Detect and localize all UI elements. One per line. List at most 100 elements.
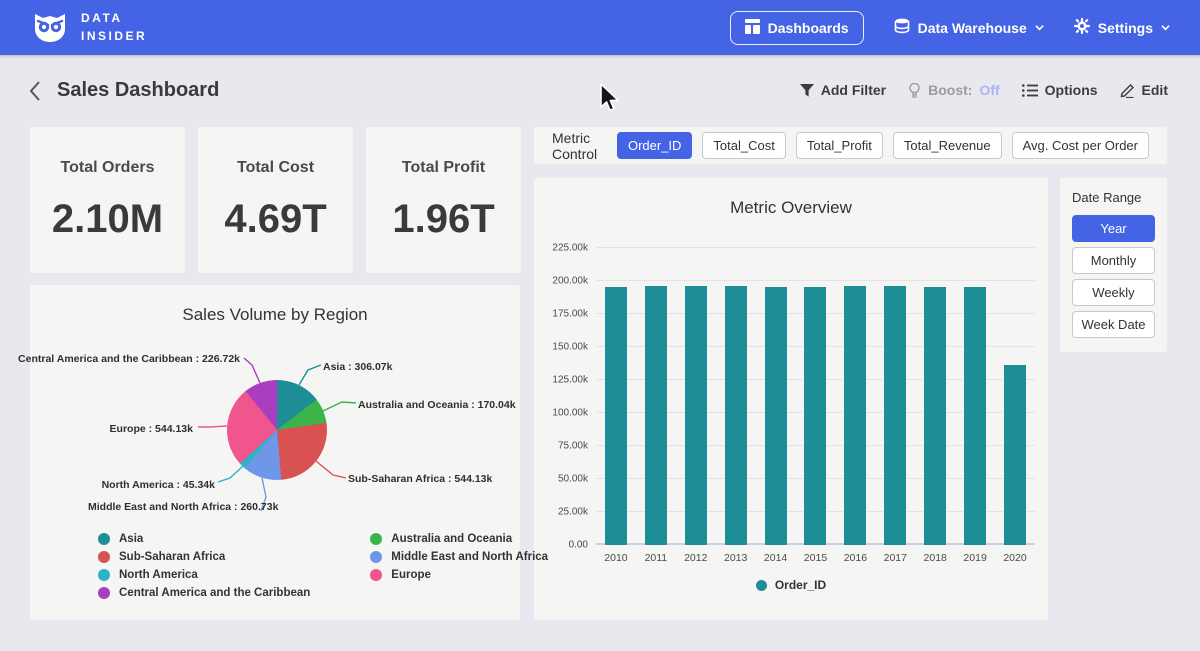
date-range-button-week-date[interactable]: Week Date — [1072, 311, 1155, 338]
y-tick-label: 50.00k — [558, 474, 588, 485]
pie-label-middle-east-and-north-africa: Middle East and North Africa : 260.73k — [88, 501, 278, 513]
y-tick-label: 225.00k — [552, 243, 588, 254]
metric-control-bar: Metric Control Order_IDTotal_CostTotal_P… — [534, 127, 1167, 164]
metric-control-buttons: Order_ID Total_Cost Total_Profit Total_Reve… — [617, 132, 1149, 159]
bars — [596, 248, 1035, 545]
kpi-value: 1.96T — [392, 197, 494, 242]
x-tick-label: 2010 — [596, 552, 636, 564]
metric-button-total-revenue[interactable]: Total_Revenue — [893, 132, 1002, 159]
date-range-button-year[interactable]: Year — [1072, 215, 1155, 242]
y-tick-label: 150.00k — [552, 342, 588, 353]
y-axis-ticks: 0.0025.00k50.00k75.00k100.00k125.00k150.… — [534, 248, 588, 545]
pie-legend-item-north-america[interactable]: North America — [98, 569, 310, 581]
legend-label: Central America and the Caribbean — [119, 587, 310, 599]
pencil-icon — [1120, 83, 1135, 98]
pie-label-north-america: North America : 45.34k — [102, 479, 215, 491]
edit-button[interactable]: Edit — [1120, 82, 1168, 98]
kpi-label: Total Orders — [61, 159, 155, 177]
metric-button-order-id[interactable]: Order_ID — [617, 132, 692, 159]
owl-logo-icon — [30, 5, 70, 50]
pie-legend-item-asia[interactable]: Asia — [98, 533, 310, 545]
brand[interactable]: DATA INSIDER — [30, 5, 147, 50]
legend-dot — [370, 551, 382, 563]
dashboards-label: Dashboards — [768, 20, 849, 36]
pie-label-asia: Asia : 306.07k — [323, 361, 392, 373]
pie-label-sub-saharan-africa: Sub-Saharan Africa : 544.13k — [348, 473, 492, 485]
date-range-buttons: Year Monthly Weekly Week Date — [1072, 215, 1155, 338]
add-filter-button[interactable]: Add Filter — [800, 82, 886, 98]
metric-overview-chart-card: Metric Overview 0.0025.00k50.00k75.00k10… — [534, 178, 1048, 620]
bar-2010 — [605, 287, 627, 545]
pie-legend-item-europe[interactable]: Europe — [370, 569, 548, 581]
kpi-value: 4.69T — [224, 197, 326, 242]
legend-label: Sub-Saharan Africa — [119, 551, 225, 563]
date-range-panel: Date Range YearMonthlyWeeklyWeek Date — [1060, 178, 1167, 352]
nav-settings-menu[interactable]: Settings — [1074, 18, 1170, 37]
options-button[interactable]: Options — [1022, 82, 1098, 98]
bar-cell — [875, 248, 915, 545]
metric-button-avg-cost-per-order[interactable]: Avg. Cost per Order — [1012, 132, 1149, 159]
pie-legend-item-middle-east-and-north-africa[interactable]: Middle East and North Africa — [370, 551, 548, 563]
legend-dot — [98, 533, 110, 545]
boost-balloon-icon — [908, 83, 921, 98]
mouse-cursor — [599, 83, 623, 113]
data-warehouse-label: Data Warehouse — [918, 20, 1027, 36]
legend-dot — [98, 569, 110, 581]
kpi-value: 2.10M — [52, 197, 163, 242]
back-button[interactable] — [26, 79, 46, 103]
pie-legend-item-sub-saharan-africa[interactable]: Sub-Saharan Africa — [98, 551, 310, 563]
y-tick-label: 75.00k — [558, 441, 588, 452]
bar-2020 — [1004, 365, 1026, 545]
legend-dot — [370, 533, 382, 545]
navbar: DATA INSIDER Dashboards — [0, 0, 1200, 55]
options-list-icon — [1022, 84, 1038, 97]
boost-toggle[interactable]: Boost: Off — [908, 82, 1000, 98]
sales-volume-pie-card: Sales Volume by Region Asia : 306.07k Au… — [30, 285, 520, 620]
legend-dot — [98, 551, 110, 563]
x-tick-label: 2015 — [796, 552, 836, 564]
settings-label: Settings — [1098, 20, 1153, 36]
pie-label-central-america-and-the-caribbean: Central America and the Caribbean : 226.… — [18, 353, 240, 365]
pie-legend-column: Australia and Oceania Middle East and Nor… — [370, 533, 548, 599]
kpi-card-total-profit: Total Profit 1.96T — [366, 127, 521, 273]
bar-cell — [915, 248, 955, 545]
bar-legend-order-id[interactable]: Order_ID — [534, 578, 1048, 592]
legend-label: Europe — [391, 569, 431, 581]
y-tick-label: 25.00k — [558, 507, 588, 518]
x-tick-label: 2013 — [716, 552, 756, 564]
x-tick-label: 2018 — [915, 552, 955, 564]
x-tick-label: 2011 — [636, 552, 676, 564]
legend-dot — [756, 580, 767, 591]
pie-legend-item-central-america-and-the-caribbean[interactable]: Central America and the Caribbean — [98, 587, 310, 599]
x-tick-label: 2020 — [995, 552, 1035, 564]
nav-dashboards-button[interactable]: Dashboards — [730, 11, 864, 45]
pie-label-europe: Europe : 544.13k — [110, 423, 193, 435]
date-range-button-weekly[interactable]: Weekly — [1072, 279, 1155, 306]
kpi-card-total-cost: Total Cost 4.69T — [198, 127, 353, 273]
y-tick-label: 175.00k — [552, 309, 588, 320]
bar-2018 — [924, 287, 946, 545]
chevron-down-icon — [1161, 23, 1170, 32]
kpi-label: Total Profit — [402, 159, 485, 177]
legend-label: Middle East and North Africa — [391, 551, 548, 563]
bar-cell — [596, 248, 636, 545]
filter-funnel-icon — [800, 84, 814, 97]
nav-data-warehouse-menu[interactable]: Data Warehouse — [894, 18, 1044, 37]
legend-label: North America — [119, 569, 198, 581]
legend-label: Australia and Oceania — [391, 533, 512, 545]
bar-2017 — [884, 286, 906, 545]
date-range-button-monthly[interactable]: Monthly — [1072, 247, 1155, 274]
kpi-card-total-orders: Total Orders 2.10M — [30, 127, 185, 273]
bar-2019 — [964, 287, 986, 545]
bar-plot-area — [596, 248, 1035, 545]
legend-dot — [370, 569, 382, 581]
metric-button-total-cost[interactable]: Total_Cost — [702, 132, 785, 159]
metric-button-total-profit[interactable]: Total_Profit — [796, 132, 883, 159]
pie-legend-item-australia-and-oceania[interactable]: Australia and Oceania — [370, 533, 548, 545]
legend-label: Asia — [119, 533, 143, 545]
bar-cell — [636, 248, 676, 545]
page-title: Sales Dashboard — [57, 79, 219, 102]
bar-2014 — [765, 287, 787, 545]
x-tick-label: 2019 — [955, 552, 995, 564]
pie-label-australia-and-oceania: Australia and Oceania : 170.04k — [358, 399, 516, 411]
